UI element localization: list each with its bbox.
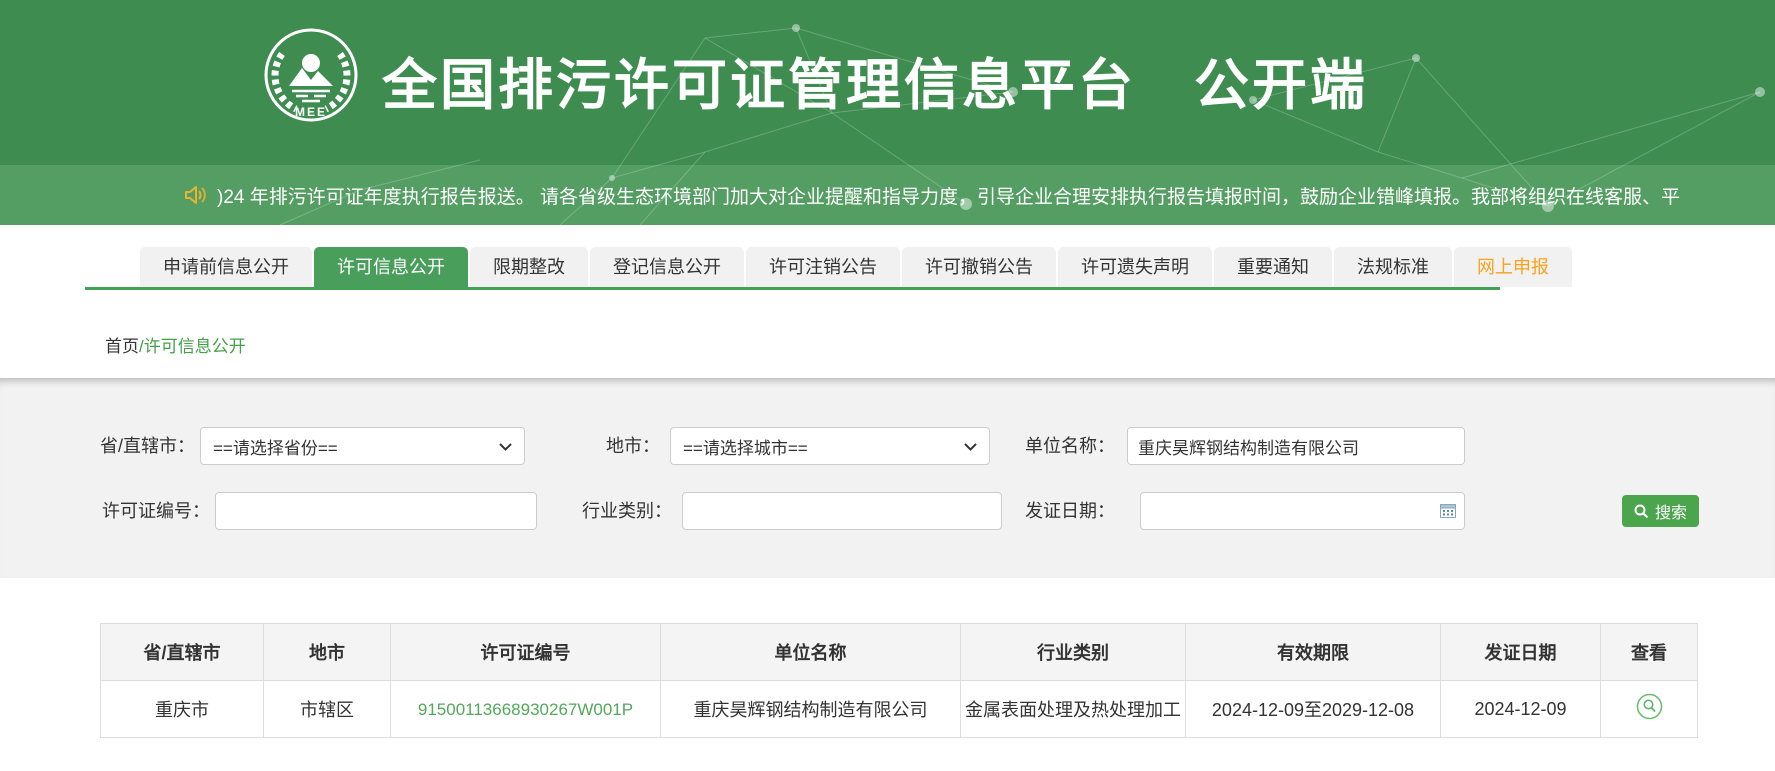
- cell-province: 重庆市: [101, 681, 264, 738]
- site-header: MEE 全国排污许可证管理信息平台 公开端: [0, 0, 1775, 165]
- cell-industry: 金属表面处理及热处理加工: [961, 681, 1186, 738]
- search-icon: [1634, 504, 1649, 519]
- search-filter-panel: 省/直辖市： ==请选择省份== 地市： ==请选择城市== 单位名称： 许可证…: [0, 378, 1775, 578]
- col-header-company: 单位名称: [661, 624, 961, 681]
- cell-city: 市辖区: [264, 681, 391, 738]
- col-header-industry: 行业类别: [961, 624, 1186, 681]
- chevron-down-icon: [499, 436, 512, 456]
- company-name-label: 单位名称：: [980, 427, 1115, 465]
- site-title: 全国排污许可证管理信息平台 公开端: [382, 40, 1368, 120]
- speaker-icon: [183, 184, 207, 206]
- cell-issue-date: 2024-12-09: [1441, 681, 1601, 738]
- col-header-valid-period: 有效期限: [1186, 624, 1441, 681]
- tab-rectification[interactable]: 限期整改: [470, 247, 588, 287]
- col-header-view: 查看: [1601, 624, 1698, 681]
- calendar-icon[interactable]: [1440, 503, 1456, 523]
- tab-online-application[interactable]: 网上申报: [1454, 247, 1572, 287]
- tab-loss-declaration[interactable]: 许可遗失声明: [1058, 247, 1212, 287]
- main-nav: 申请前信息公开 许可信息公开 限期整改 登记信息公开 许可注销公告 许可撤销公告…: [0, 225, 1775, 290]
- breadcrumb: 首页/许可信息公开: [0, 290, 1775, 378]
- cell-permit-no: 91500113668930267W001P: [391, 681, 661, 738]
- col-header-permit-no: 许可证编号: [391, 624, 661, 681]
- results-table: 省/直辖市 地市 许可证编号 单位名称 行业类别 有效期限 发证日期 查看 重庆…: [100, 623, 1698, 738]
- announcement-bar: )24 年排污许可证年度执行报告报送。 请各省级生态环境部门加大对企业提醒和指导…: [0, 165, 1775, 225]
- province-select-value: ==请选择省份==: [213, 434, 338, 459]
- tab-registration-info[interactable]: 登记信息公开: [590, 247, 744, 287]
- issue-date-input[interactable]: [1140, 492, 1465, 530]
- hero: MEE 全国排污许可证管理信息平台 公开端 )24 年排污许可证年度执行报告报送…: [0, 0, 1775, 225]
- col-header-issue-date: 发证日期: [1441, 624, 1601, 681]
- mee-logo-icon: MEE: [262, 26, 360, 124]
- province-label: 省/直辖市：: [60, 427, 195, 465]
- results-section: 省/直辖市 地市 许可证编号 单位名称 行业类别 有效期限 发证日期 查看 重庆…: [100, 623, 1775, 738]
- tab-cancellation-notice[interactable]: 许可注销公告: [746, 247, 900, 287]
- breadcrumb-home-link[interactable]: 首页: [105, 337, 139, 356]
- industry-label: 行业类别：: [537, 492, 672, 530]
- issue-date-label: 发证日期：: [980, 492, 1115, 530]
- tab-revocation-notice[interactable]: 许可撤销公告: [902, 247, 1056, 287]
- col-header-city: 地市: [264, 624, 391, 681]
- company-name-input[interactable]: [1127, 427, 1465, 465]
- city-select-value: ==请选择城市==: [683, 434, 808, 459]
- permit-number-input[interactable]: [215, 492, 537, 530]
- search-button-label: 搜索: [1655, 499, 1687, 523]
- city-label: 地市：: [560, 427, 660, 465]
- cell-valid-period: 2024-12-09至2029-12-08: [1186, 681, 1441, 738]
- table-row: 重庆市 市辖区 91500113668930267W001P 重庆昊辉钢结构制造…: [101, 681, 1698, 738]
- announcement-text: )24 年排污许可证年度执行报告报送。 请各省级生态环境部门加大对企业提醒和指导…: [217, 182, 1680, 209]
- issue-date-field: [1140, 492, 1465, 530]
- tab-pre-application-info[interactable]: 申请前信息公开: [140, 247, 312, 287]
- chevron-down-icon: [964, 436, 977, 456]
- table-header-row: 省/直辖市 地市 许可证编号 单位名称 行业类别 有效期限 发证日期 查看: [101, 624, 1698, 681]
- cell-view: [1601, 681, 1698, 738]
- permit-number-label: 许可证编号：: [60, 492, 210, 530]
- city-select[interactable]: ==请选择城市==: [670, 427, 990, 465]
- tab-permit-info[interactable]: 许可信息公开: [314, 247, 468, 287]
- province-select[interactable]: ==请选择省份==: [200, 427, 525, 465]
- cell-company: 重庆昊辉钢结构制造有限公司: [661, 681, 961, 738]
- tab-important-notice[interactable]: 重要通知: [1214, 247, 1332, 287]
- col-header-province: 省/直辖市: [101, 624, 264, 681]
- search-button[interactable]: 搜索: [1622, 495, 1699, 527]
- tab-regulations[interactable]: 法规标准: [1334, 247, 1452, 287]
- view-magnifier-icon[interactable]: [1636, 693, 1663, 720]
- breadcrumb-current: 许可信息公开: [144, 337, 246, 356]
- industry-input[interactable]: [682, 492, 1002, 530]
- svg-text:MEE: MEE: [295, 105, 327, 119]
- permit-number-link[interactable]: 91500113668930267W001P: [418, 700, 633, 719]
